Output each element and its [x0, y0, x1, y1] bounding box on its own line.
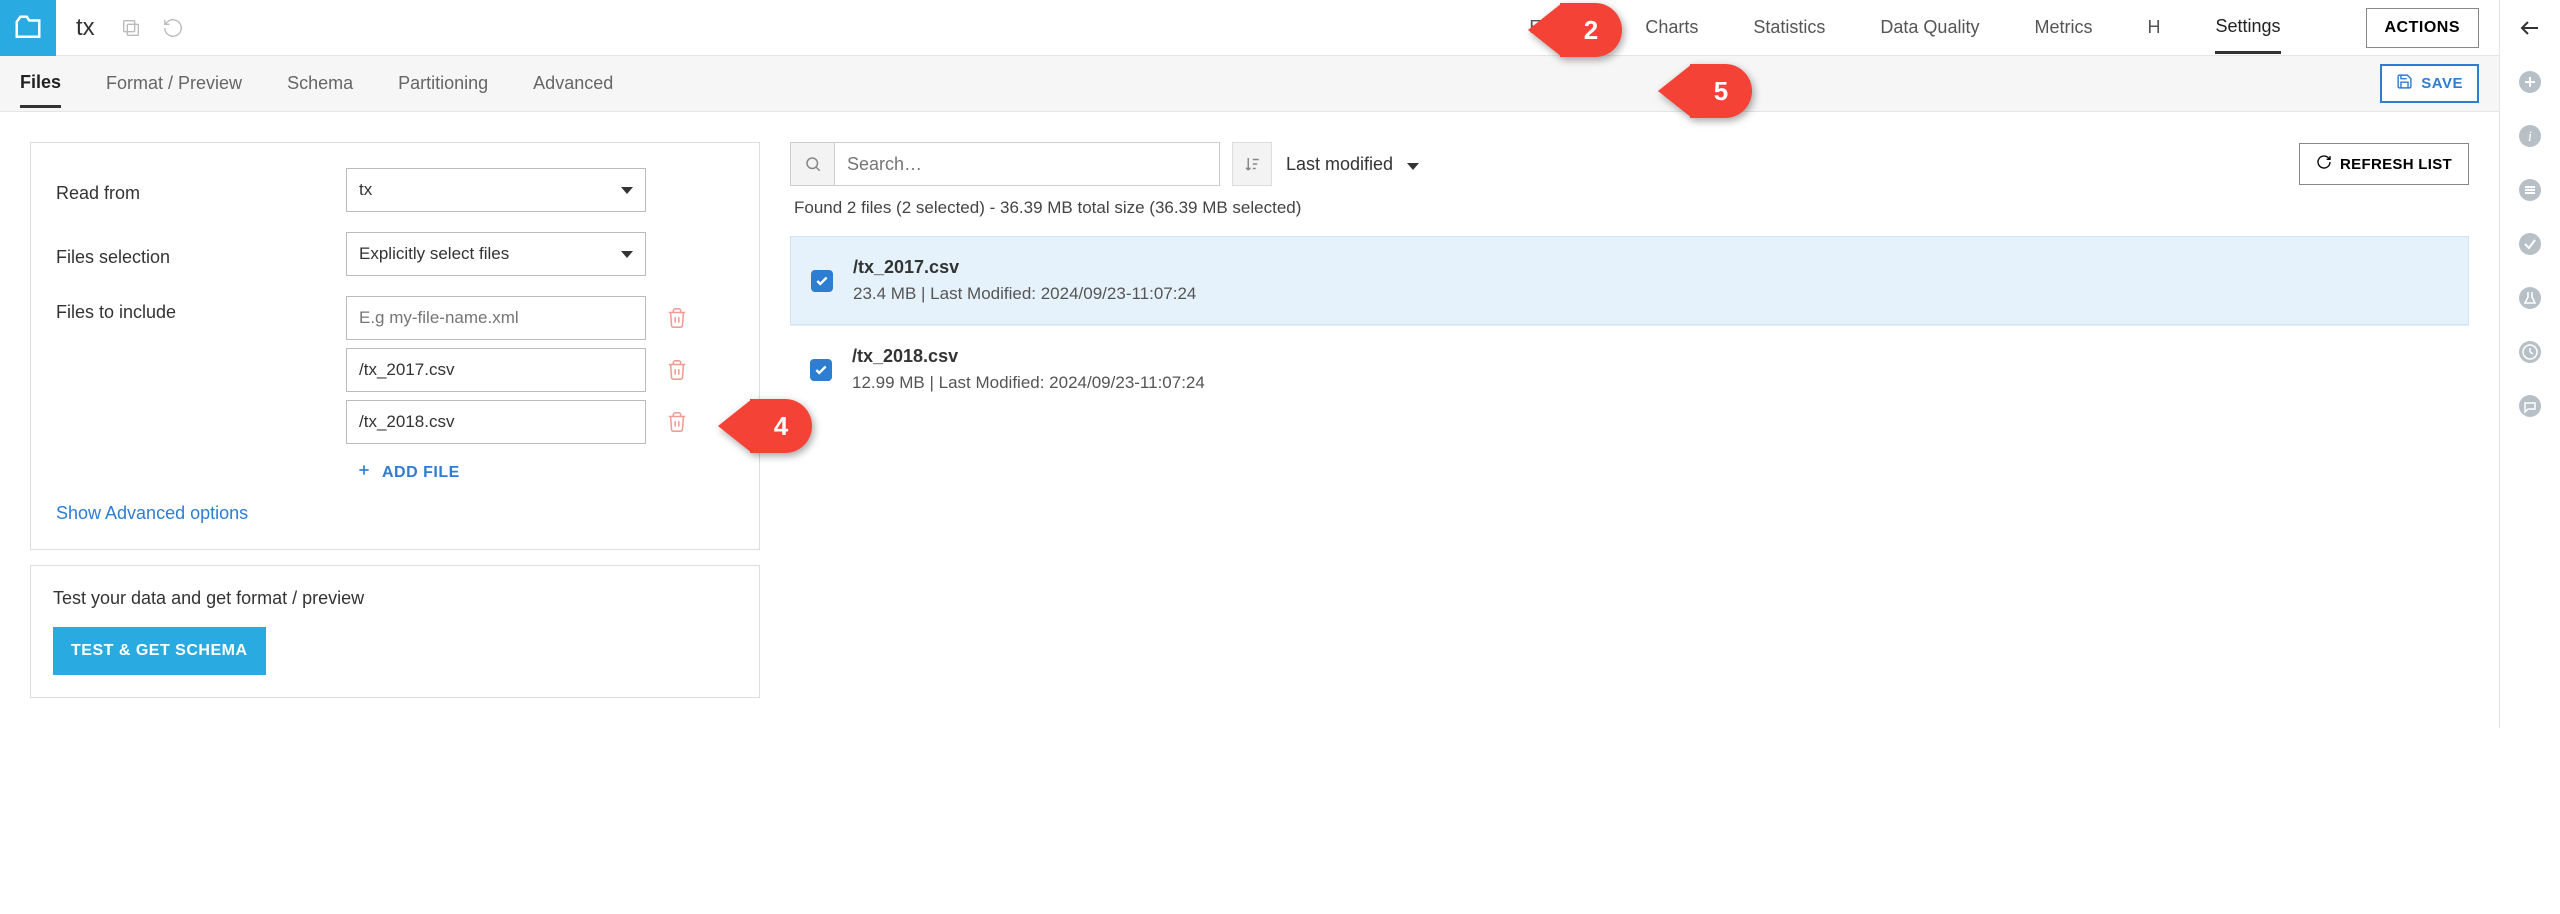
callout-2: 2 [1560, 3, 1622, 57]
tab-advanced[interactable]: Advanced [533, 61, 613, 106]
sort-icon [1232, 142, 1272, 186]
refresh-icon [2316, 154, 2332, 174]
topbar: tx Explore Charts Statistics Data Qualit… [0, 0, 2499, 56]
search-box [790, 142, 1220, 186]
nav-statistics[interactable]: Statistics [1753, 3, 1825, 52]
callout-4: 4 [750, 399, 812, 453]
chevron-down-icon [1407, 154, 1419, 175]
read-from-select[interactable]: tx [346, 168, 646, 212]
included-file-1[interactable]: /tx_2017.csv [346, 348, 646, 392]
files-selection-select[interactable]: Explicitly select files [346, 232, 646, 276]
files-selection-value: Explicitly select files [359, 244, 509, 264]
file-row[interactable]: /tx_2018.csv 12.99 MB | Last Modified: 2… [790, 325, 2469, 413]
file-name: /tx_2018.csv [852, 346, 1205, 367]
files-to-include-label: Files to include [56, 296, 346, 323]
file-list-status: Found 2 files (2 selected) - 36.39 MB to… [790, 198, 2469, 218]
trash-icon[interactable] [666, 411, 688, 433]
tab-partitioning[interactable]: Partitioning [398, 61, 488, 106]
chat-icon[interactable] [2517, 393, 2543, 419]
callout-5: 5 [1690, 64, 1752, 118]
included-file-2[interactable]: /tx_2018.csv [346, 400, 646, 444]
trash-icon[interactable] [666, 359, 688, 381]
file-checkbox[interactable] [810, 359, 832, 381]
chevron-down-icon [621, 251, 633, 258]
file-row[interactable]: /tx_2017.csv 23.4 MB | Last Modified: 20… [790, 236, 2469, 325]
show-advanced-options-link[interactable]: Show Advanced options [56, 503, 734, 524]
add-circle-icon[interactable] [2517, 69, 2543, 95]
app-logo[interactable] [0, 0, 56, 56]
nav-settings[interactable]: Settings [2215, 2, 2280, 54]
search-icon [791, 143, 835, 185]
sort-dropdown[interactable]: Last modified [1232, 142, 1419, 186]
save-button-label: SAVE [2421, 75, 2463, 92]
file-pattern-input[interactable] [346, 296, 646, 340]
files-selection-label: Files selection [56, 241, 346, 268]
read-from-value: tx [359, 180, 372, 200]
lab-icon[interactable] [2517, 285, 2543, 311]
actions-button[interactable]: ACTIONS [2366, 8, 2480, 48]
search-input[interactable] [835, 154, 1219, 175]
refresh-list-button[interactable]: REFRESH LIST [2299, 143, 2469, 185]
tab-schema[interactable]: Schema [287, 61, 353, 106]
chevron-down-icon [621, 187, 633, 194]
refresh-list-label: REFRESH LIST [2340, 156, 2452, 173]
trash-icon[interactable] [666, 307, 688, 329]
list-icon[interactable] [2517, 177, 2543, 203]
add-file-button[interactable]: ADD FILE [346, 462, 734, 483]
read-from-label: Read from [56, 177, 346, 204]
files-config-panel: Read from tx Files selection Explicitly … [30, 142, 760, 550]
check-circle-icon[interactable] [2517, 231, 2543, 257]
clock-icon[interactable] [2517, 339, 2543, 365]
file-checkbox[interactable] [811, 270, 833, 292]
info-icon[interactable]: i [2517, 123, 2543, 149]
nav-history[interactable]: H [2147, 3, 2160, 52]
svg-text:i: i [2528, 129, 2532, 145]
test-panel: Test your data and get format / preview … [30, 565, 760, 698]
tab-format-preview[interactable]: Format / Preview [106, 61, 242, 106]
sort-label: Last modified [1286, 154, 1393, 175]
save-button[interactable]: SAVE [2380, 64, 2479, 103]
copy-icon[interactable] [120, 17, 142, 39]
back-arrow-icon[interactable] [2517, 15, 2543, 41]
nav-metrics[interactable]: Metrics [2034, 3, 2092, 52]
file-meta: 23.4 MB | Last Modified: 2024/09/23-11:0… [853, 284, 1196, 304]
file-name: /tx_2017.csv [853, 257, 1196, 278]
nav-data-quality[interactable]: Data Quality [1880, 3, 1979, 52]
refresh-icon[interactable] [162, 17, 184, 39]
add-file-label: ADD FILE [382, 464, 460, 482]
save-icon [2396, 73, 2413, 94]
right-sidebar: i [2500, 0, 2560, 728]
plus-icon [356, 462, 372, 483]
page-title: tx [76, 14, 95, 42]
subtabs-row: Files Format / Preview Schema Partitioni… [0, 56, 2499, 112]
file-meta: 12.99 MB | Last Modified: 2024/09/23-11:… [852, 373, 1205, 393]
test-get-schema-button[interactable]: TEST & GET SCHEMA [53, 627, 266, 675]
tab-files[interactable]: Files [20, 60, 61, 108]
test-description: Test your data and get format / preview [53, 588, 737, 609]
nav-charts[interactable]: Charts [1645, 3, 1698, 52]
